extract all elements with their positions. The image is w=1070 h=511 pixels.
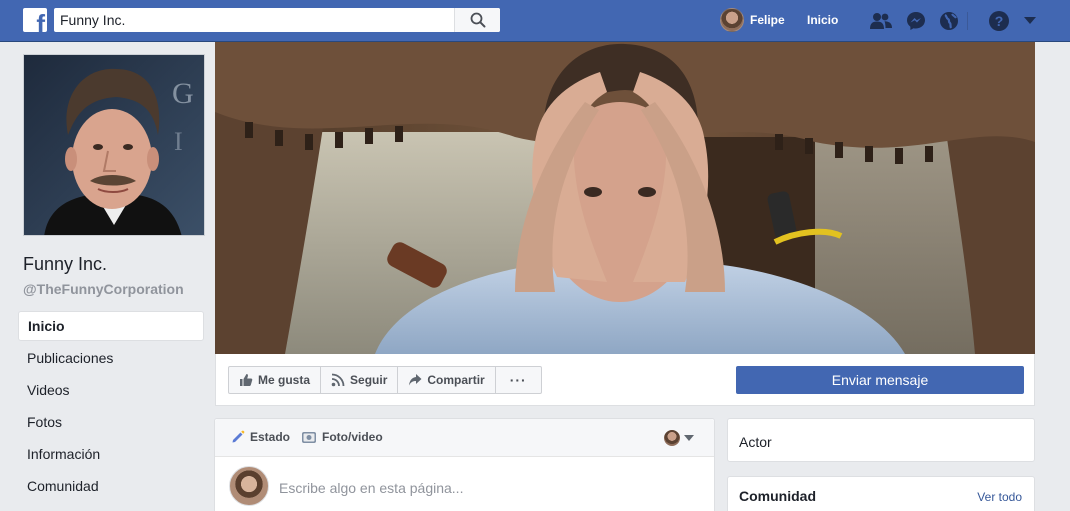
svg-text:?: ? [995, 13, 1004, 29]
page-actions-group: Me gusta Seguir Compartir ··· [228, 366, 542, 394]
composer-placeholder[interactable]: Escribe algo en esta página... [279, 480, 463, 496]
community-card: Comunidad Ver todo [727, 476, 1035, 511]
page-action-bar: Me gusta Seguir Compartir ··· Enviar men… [215, 354, 1035, 406]
search-box [54, 8, 500, 32]
page-username[interactable]: @TheFunnyCorporation [23, 281, 184, 297]
page-category[interactable]: Actor [739, 434, 772, 450]
post-composer: Estado Foto/video Escribe algo en esta p… [214, 418, 715, 511]
sidebar-item-photos[interactable]: Fotos [18, 407, 204, 437]
profile-link[interactable]: Felipe [720, 8, 785, 32]
rss-follow-icon [331, 373, 345, 387]
svg-text:I: I [174, 127, 183, 156]
tab-photo-video-label: Foto/video [322, 430, 383, 444]
see-all-link[interactable]: Ver todo [977, 490, 1022, 504]
community-title: Comunidad [739, 488, 816, 504]
facebook-logo-icon[interactable]: f [23, 8, 47, 32]
share-button[interactable]: Compartir [397, 366, 496, 394]
more-options-button[interactable]: ··· [494, 366, 542, 394]
composer-tabs: Estado Foto/video [215, 419, 714, 457]
avatar [229, 466, 269, 506]
tab-status[interactable]: Estado [231, 430, 290, 444]
search-input[interactable] [60, 11, 450, 29]
avatar [720, 8, 744, 32]
messenger-icon[interactable] [904, 9, 928, 33]
sidebar-item-community[interactable]: Comunidad [18, 471, 204, 501]
like-button[interactable]: Me gusta [228, 366, 322, 394]
toolbar-divider [967, 12, 968, 30]
thumbs-up-icon [240, 374, 253, 386]
notifications-globe-icon[interactable] [937, 9, 961, 33]
sidebar-item-videos[interactable]: Videos [18, 375, 204, 405]
follow-button[interactable]: Seguir [320, 366, 399, 394]
sidebar-item-posts[interactable]: Publicaciones [18, 343, 204, 373]
account-menu-chevron-down-icon[interactable] [1018, 9, 1042, 33]
follow-label: Seguir [350, 373, 388, 387]
top-navigation-bar: f Felipe Inicio ? [0, 0, 1070, 42]
share-arrow-icon [409, 374, 422, 386]
post-as-selector[interactable] [664, 430, 694, 446]
help-icon[interactable]: ? [987, 9, 1011, 33]
sidebar-item-home[interactable]: Inicio [18, 311, 204, 341]
like-label: Me gusta [258, 373, 311, 387]
send-message-button[interactable]: Enviar mensaje [736, 366, 1024, 394]
user-name: Felipe [750, 13, 785, 27]
tab-photo-video[interactable]: Foto/video [301, 430, 383, 444]
page-category-card: Actor [727, 418, 1035, 462]
cover-photo[interactable] [215, 42, 1035, 354]
camera-icon [302, 432, 316, 443]
tab-status-label: Estado [250, 430, 291, 444]
page-title: Funny Inc. [23, 254, 108, 274]
avatar [664, 430, 680, 446]
svg-text:G: G [172, 77, 194, 110]
share-label: Compartir [427, 373, 485, 387]
more-options-icon: ··· [509, 372, 527, 388]
chevron-down-icon [684, 435, 694, 441]
page-profile-picture[interactable]: G I [23, 54, 205, 236]
friend-requests-icon[interactable] [869, 9, 893, 33]
home-link[interactable]: Inicio [807, 13, 838, 27]
search-icon [470, 12, 485, 28]
sidebar-item-about[interactable]: Información [18, 439, 204, 469]
search-button[interactable] [454, 8, 500, 32]
pencil-icon [232, 430, 245, 443]
